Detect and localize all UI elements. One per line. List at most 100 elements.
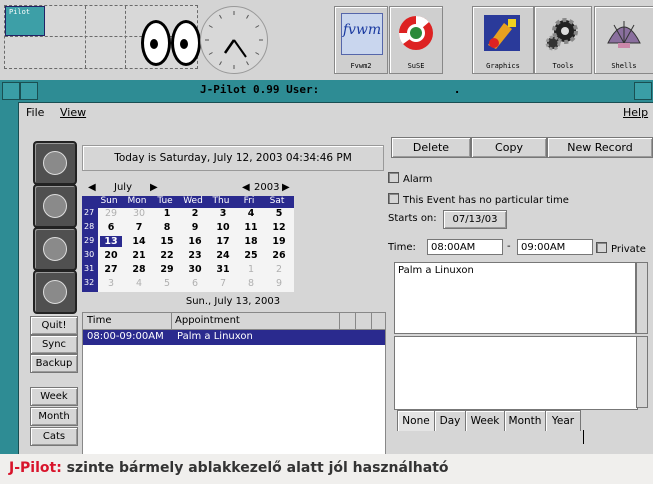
next-month-icon[interactable]: ▶ — [150, 182, 158, 193]
tools-launcher-button[interactable]: Tools — [534, 6, 592, 74]
alarm-checkbox[interactable]: Alarm — [388, 172, 432, 185]
calendar-day[interactable]: 21 — [128, 250, 150, 261]
calendar-day[interactable]: 7 — [128, 222, 150, 233]
copy-button[interactable]: Copy — [471, 137, 547, 158]
calendar-day[interactable]: 16 — [184, 236, 206, 247]
calendar-day[interactable]: 6 — [100, 222, 122, 233]
memo-app-button[interactable] — [33, 270, 77, 314]
calendar-day[interactable]: 6 — [184, 278, 206, 289]
calendar-day[interactable]: 14 — [128, 236, 150, 247]
backup-button[interactable]: Backup — [30, 354, 78, 373]
tab-repeat-none[interactable]: None — [397, 410, 435, 431]
calendar-day[interactable]: 24 — [212, 250, 234, 261]
calendar-day[interactable]: 25 — [240, 250, 262, 261]
launcher-label: Shells — [611, 62, 637, 70]
private-checkbox[interactable]: Private — [596, 242, 646, 255]
window-title-bar[interactable]: J-Pilot 0.99 User: . — [0, 80, 653, 103]
menu-view[interactable]: View — [60, 106, 86, 119]
eye-icon — [141, 20, 171, 66]
pager-window-thumbnail[interactable]: Pilot — [5, 6, 45, 36]
starts-on-label: Starts on: — [388, 213, 437, 224]
categories-button[interactable]: Cats — [30, 427, 78, 446]
tab-repeat-month[interactable]: Month — [504, 410, 546, 431]
calendar-day[interactable]: 12 — [268, 222, 290, 233]
calendar-day[interactable]: 15 — [156, 236, 178, 247]
note-scrollbar[interactable] — [636, 336, 648, 408]
calendar-day[interactable]: 23 — [184, 250, 206, 261]
checkbox-icon — [388, 193, 399, 204]
calendar-day[interactable]: 30 — [128, 208, 150, 219]
tab-repeat-week[interactable]: Week — [465, 410, 505, 431]
calendar-day[interactable]: 11 — [240, 222, 262, 233]
calendar-day[interactable]: 4 — [128, 278, 150, 289]
calendar-day[interactable]: 28 — [128, 264, 150, 275]
shells-launcher-button[interactable]: Shells — [594, 6, 653, 74]
desktop-pager[interactable]: Pilot — [4, 5, 201, 69]
menu-help[interactable]: Help — [623, 106, 648, 119]
calendar-week-number: 27 — [84, 208, 95, 217]
menu-file[interactable]: File — [26, 106, 44, 119]
calendar-day[interactable]: 18 — [240, 236, 262, 247]
column-header-appointment[interactable]: Appointment — [175, 315, 240, 326]
todo-app-button[interactable] — [33, 227, 77, 271]
calendar-day[interactable]: 1 — [240, 264, 262, 275]
new-record-button[interactable]: New Record — [547, 137, 653, 158]
calendar-grid[interactable]: Sun Mon Tue Wed Thu Fri Sat 29 30 1 2 3 4 5 6 7 8 9 10 11 12… — [82, 196, 294, 292]
calendar-day[interactable]: 22 — [156, 250, 178, 261]
fvwm2-launcher-button[interactable]: fvwm Fvwm2 — [334, 6, 388, 74]
calendar-weekday: Fri — [243, 196, 255, 206]
calendar-day[interactable]: 10 — [212, 222, 234, 233]
window-iconify-icon[interactable] — [20, 82, 38, 100]
appointment-list[interactable]: Time Appointment 08:00-09:00AM Palm a Li… — [82, 312, 386, 456]
calendar-day[interactable]: 3 — [212, 208, 234, 219]
suse-launcher-button[interactable]: SuSE — [389, 6, 443, 74]
time-from-field[interactable]: 08:00AM — [427, 239, 503, 255]
week-view-button[interactable]: Week — [30, 387, 78, 406]
description-scrollbar[interactable] — [636, 262, 648, 334]
calendar-day[interactable]: 31 — [212, 264, 234, 275]
calendar-day[interactable]: 30 — [184, 264, 206, 275]
calendar-day[interactable]: 8 — [240, 278, 262, 289]
calendar-day[interactable]: 5 — [268, 208, 290, 219]
calendar-day[interactable]: 19 — [268, 236, 290, 247]
no-time-checkbox[interactable]: This Event has no particular time — [388, 193, 569, 206]
time-to-field[interactable]: 09:00AM — [517, 239, 593, 255]
calendar-day[interactable]: 13 — [100, 236, 122, 247]
month-view-button[interactable]: Month — [30, 407, 78, 426]
delete-button[interactable]: Delete — [391, 137, 471, 158]
calendar-day[interactable]: 29 — [156, 264, 178, 275]
calendar-day[interactable]: 29 — [100, 208, 122, 219]
calendar-day[interactable]: 4 — [240, 208, 262, 219]
next-year-icon[interactable]: ▶ — [282, 182, 290, 193]
prev-month-icon[interactable]: ◀ — [88, 182, 96, 193]
tab-repeat-year[interactable]: Year — [545, 410, 581, 431]
calendar-day[interactable]: 9 — [268, 278, 290, 289]
datebook-app-button[interactable] — [33, 141, 77, 185]
calendar-day[interactable]: 26 — [268, 250, 290, 261]
calendar-day[interactable]: 2 — [184, 208, 206, 219]
calendar-day[interactable]: 9 — [184, 222, 206, 233]
calendar-day[interactable]: 20 — [100, 250, 122, 261]
window-menu-icon[interactable] — [2, 82, 20, 100]
address-app-button[interactable] — [33, 184, 77, 228]
calendar-day[interactable]: 17 — [212, 236, 234, 247]
calendar-day[interactable]: 27 — [100, 264, 122, 275]
quit-button[interactable]: Quit! — [30, 316, 78, 335]
pager-divider — [85, 6, 86, 68]
note-textarea[interactable] — [394, 336, 638, 410]
calendar-day[interactable]: 2 — [268, 264, 290, 275]
window-maximize-icon[interactable] — [634, 82, 652, 100]
description-textarea[interactable]: Palm a Linuxon — [394, 262, 636, 334]
calendar-day[interactable]: 8 — [156, 222, 178, 233]
sync-button[interactable]: Sync — [30, 335, 78, 354]
calendar-day[interactable]: 7 — [212, 278, 234, 289]
tab-repeat-day[interactable]: Day — [434, 410, 466, 431]
calendar-day[interactable]: 3 — [100, 278, 122, 289]
calendar-day[interactable]: 1 — [156, 208, 178, 219]
table-row[interactable]: 08:00-09:00AM Palm a Linuxon — [83, 330, 385, 345]
calendar-day[interactable]: 5 — [156, 278, 178, 289]
graphics-launcher-button[interactable]: Graphics — [472, 6, 534, 74]
prev-year-icon[interactable]: ◀ — [242, 182, 250, 193]
column-header-time[interactable]: Time — [87, 315, 111, 326]
starts-on-date-button[interactable]: 07/13/03 — [443, 210, 507, 229]
